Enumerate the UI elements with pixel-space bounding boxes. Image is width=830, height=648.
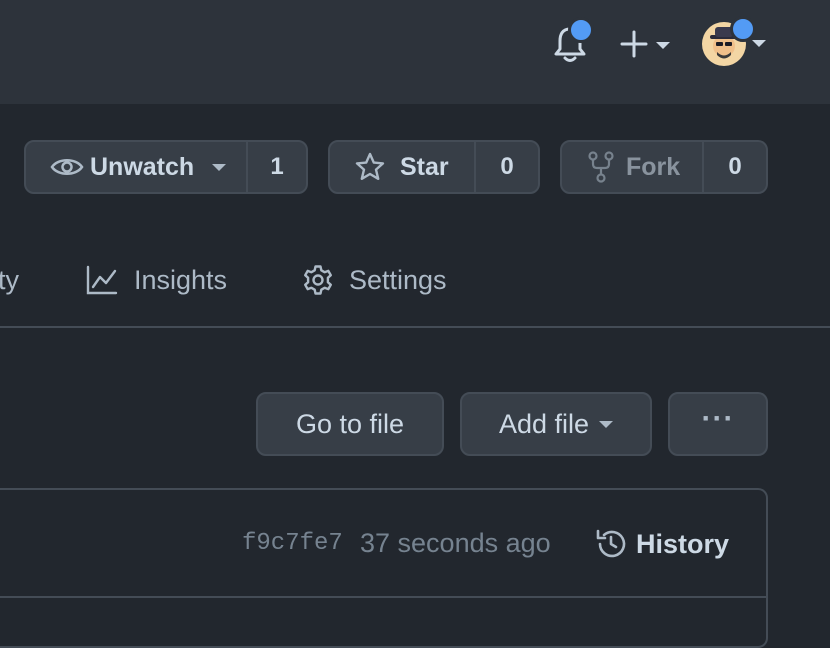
tab-label: Insights <box>134 264 228 295</box>
status-indicator <box>730 16 756 42</box>
file-list-panel <box>0 488 768 648</box>
unwatch-button[interactable]: Unwatch <box>26 142 246 192</box>
caret-down-icon <box>212 163 227 171</box>
notifications-button[interactable] <box>552 17 594 66</box>
kebab-icon: ··· <box>701 402 735 435</box>
more-options-button[interactable]: ··· <box>668 392 768 456</box>
tab-label: ty <box>0 264 20 295</box>
tab-label: Settings <box>349 264 447 295</box>
commit-sha-link[interactable]: f9c7fe7 <box>242 530 343 557</box>
fork-label: Fork <box>626 152 681 181</box>
watchers-count[interactable]: 1 <box>246 142 306 192</box>
notification-indicator <box>568 17 594 43</box>
caret-down-icon <box>599 420 614 428</box>
caret-down-icon <box>656 42 670 49</box>
history-link[interactable]: History <box>594 526 729 562</box>
panel-divider <box>0 596 768 598</box>
unwatch-label: Unwatch <box>90 152 195 181</box>
star-button-group: Star 0 <box>328 140 540 194</box>
eye-icon <box>50 159 84 175</box>
fork-button-group: Fork 0 <box>560 140 768 194</box>
fork-button[interactable]: Fork <box>562 142 702 192</box>
star-button[interactable]: Star <box>330 142 474 192</box>
add-file-label: Add file <box>498 408 590 439</box>
add-file-button[interactable]: Add file <box>460 392 652 456</box>
go-to-file-button[interactable]: Go to file <box>256 392 444 456</box>
tab-settings[interactable]: Settings <box>302 258 447 302</box>
history-label: History <box>636 528 730 559</box>
watch-button-group: Unwatch 1 <box>24 140 308 194</box>
fork-icon <box>588 151 614 183</box>
caret-down-icon <box>752 40 766 47</box>
plus-icon <box>620 30 648 58</box>
stars-count[interactable]: 0 <box>474 142 538 192</box>
star-label: Star <box>400 152 449 181</box>
history-icon <box>596 529 626 558</box>
tab-insights[interactable]: Insights <box>86 258 227 302</box>
tab-security[interactable]: ty <box>0 258 19 302</box>
user-menu-button[interactable] <box>702 16 770 68</box>
gear-icon <box>304 265 332 295</box>
commit-time: 37 seconds ago <box>360 528 551 558</box>
forks-count[interactable]: 0 <box>702 142 766 192</box>
tabs-divider <box>0 326 830 328</box>
graph-icon <box>86 265 118 295</box>
create-new-button[interactable] <box>620 28 676 60</box>
star-icon <box>355 152 385 180</box>
